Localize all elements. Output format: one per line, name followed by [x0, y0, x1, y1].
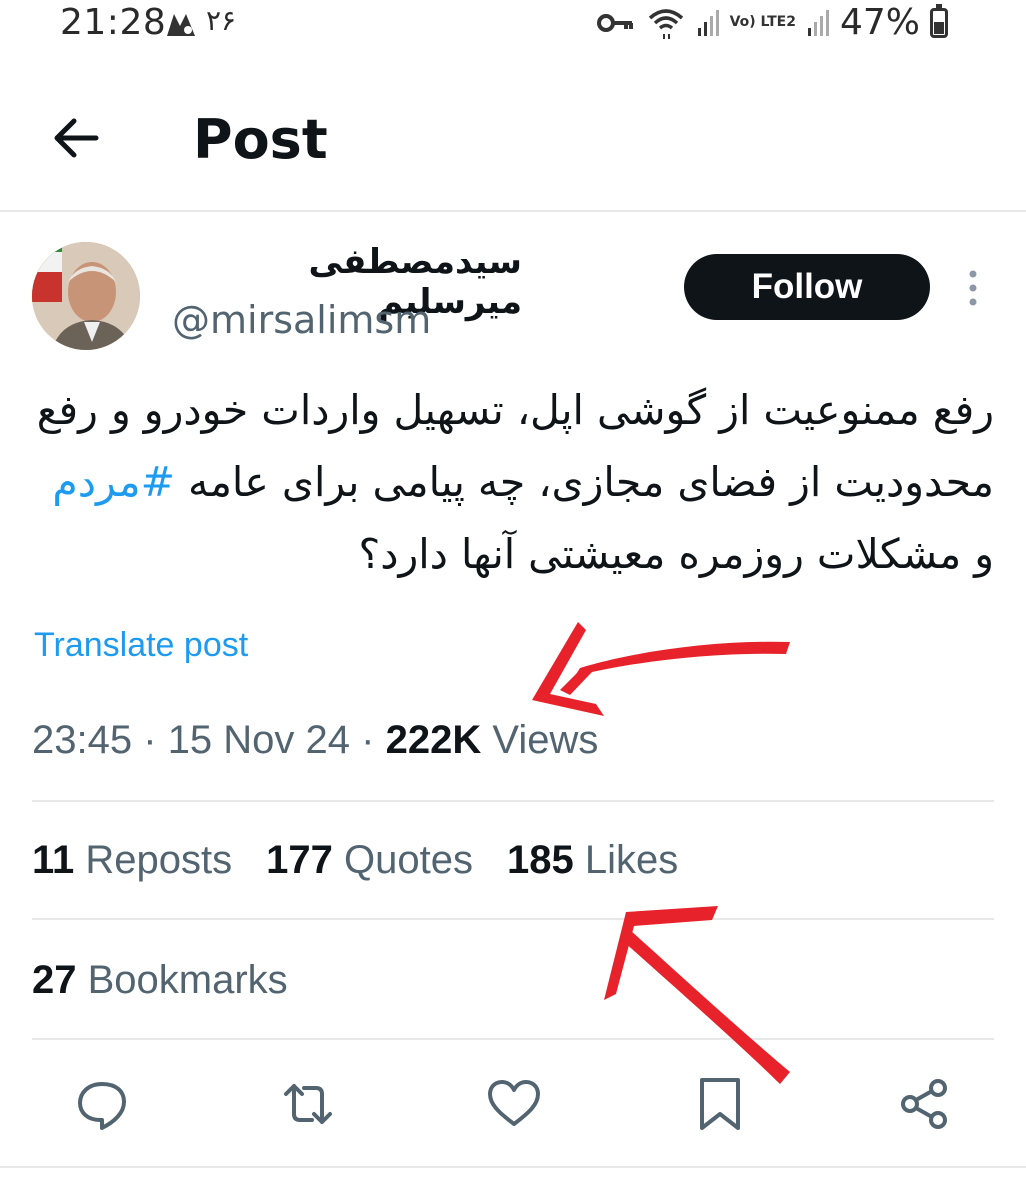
notification-count: ۲۶	[206, 4, 237, 37]
battery-icon	[930, 3, 948, 38]
page-title: Post	[193, 108, 328, 171]
views-count[interactable]: 222K	[386, 718, 482, 762]
quotes-label: Quotes	[344, 838, 474, 882]
translate-post-link[interactable]: Translate post	[34, 626, 248, 665]
follow-button[interactable]: Follow	[684, 254, 930, 320]
arrow-left-icon[interactable]	[46, 108, 106, 168]
bookmark-icon[interactable]	[692, 1076, 748, 1132]
signal-icon	[697, 9, 719, 36]
meta-separator: ·	[361, 718, 375, 762]
header-divider	[0, 210, 1026, 212]
quotes-stat[interactable]: 177 Quotes	[266, 838, 473, 883]
reposts-label: Reposts	[85, 838, 233, 882]
likes-label: Likes	[584, 838, 679, 882]
status-time: 21:28	[60, 2, 167, 43]
status-bar: 21:28 ۲۶ Vo) LTE2 47%	[0, 0, 1026, 50]
reply-icon[interactable]	[74, 1076, 130, 1132]
signal-icon	[807, 9, 829, 36]
post-text-part: رفع ممنوعیت از گوشی اپل، تسهیل واردات خو…	[36, 386, 994, 506]
key-icon	[596, 13, 633, 32]
reposts-stat[interactable]: 11 Reposts	[32, 838, 232, 883]
battery-percent: 47%	[839, 2, 920, 43]
avatar-photo	[32, 242, 140, 350]
annotation-arrow-bottom	[604, 906, 790, 1084]
likes-stat[interactable]: 185 Likes	[507, 838, 678, 883]
meta-separator: ·	[143, 718, 157, 762]
post-date: 15 Nov 24	[167, 718, 351, 762]
post-meta: 23:45 · 15 Nov 24 · 222K Views	[32, 718, 598, 763]
bookmarks-count: 27	[32, 958, 77, 1002]
post-text-part: و مشکلات روزمره معیشتی آنها دارد؟	[358, 530, 994, 578]
bookmarks-label: Bookmarks	[87, 958, 288, 1002]
app-notification-icon	[167, 14, 195, 36]
engagement-stats: 11 Reposts 177 Quotes 185 Likes	[32, 838, 678, 883]
views-label: Views	[492, 718, 599, 762]
author-handle[interactable]: @mirsalimsm	[172, 298, 431, 342]
bookmarks-stat[interactable]: 27 Bookmarks	[32, 958, 288, 1003]
divider	[32, 918, 994, 920]
top-bar: Post	[0, 90, 1026, 200]
action-bar	[0, 1076, 1026, 1136]
lte-indicator: Vo) LTE2	[729, 14, 796, 30]
like-icon[interactable]	[486, 1076, 542, 1132]
divider	[32, 800, 994, 802]
likes-count: 185	[507, 838, 574, 882]
annotation-arrow-top	[532, 622, 790, 716]
hashtag-link[interactable]: #مردم	[52, 458, 175, 506]
divider	[32, 1038, 994, 1040]
post-time: 23:45	[32, 718, 133, 762]
repost-icon[interactable]	[280, 1076, 336, 1132]
more-vertical-icon[interactable]	[958, 266, 988, 310]
reposts-count: 11	[32, 838, 75, 882]
avatar[interactable]	[32, 242, 140, 350]
share-icon[interactable]	[896, 1076, 952, 1132]
bottom-divider	[0, 1166, 1026, 1168]
wifi-icon	[648, 8, 683, 39]
post-text: رفع ممنوعیت از گوشی اپل، تسهیل واردات خو…	[32, 374, 994, 590]
quotes-count: 177	[266, 838, 333, 882]
status-icons: Vo) LTE2 47%	[596, 2, 948, 43]
